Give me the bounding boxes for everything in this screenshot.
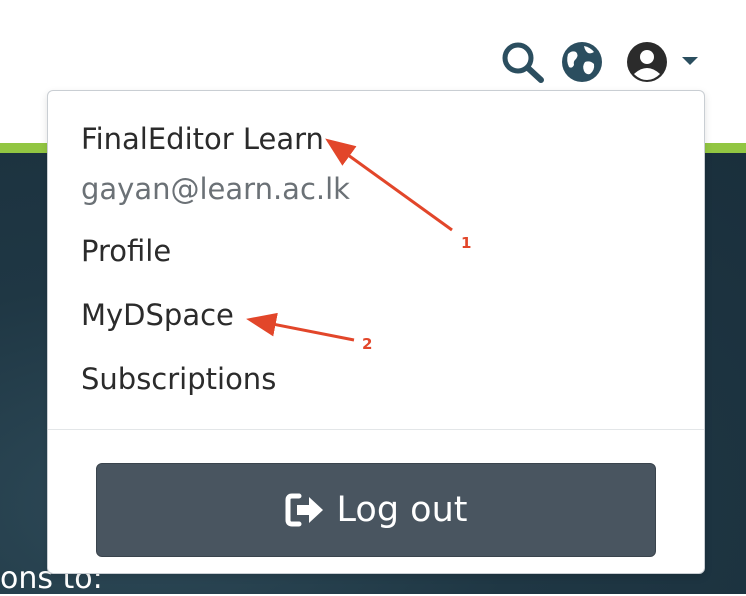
logout-button[interactable]: Log out <box>96 463 656 557</box>
user-menu-toggle[interactable] <box>626 40 700 84</box>
search-icon[interactable] <box>500 40 546 84</box>
logout-label: Log out <box>336 490 468 530</box>
user-email: gayan@learn.ac.lk <box>81 172 350 206</box>
globe-icon[interactable] <box>560 40 604 84</box>
sign-out-icon <box>285 493 323 527</box>
menu-item-profile[interactable]: Profile <box>81 233 171 269</box>
user-dropdown-menu: FinalEditor Learn gayan@learn.ac.lk Prof… <box>47 90 705 574</box>
chevron-down-icon <box>682 57 698 65</box>
menu-item-subscriptions[interactable]: Subscriptions <box>81 361 276 397</box>
user-name: FinalEditor Learn <box>81 122 324 156</box>
menu-divider <box>48 429 704 430</box>
user-icon <box>627 42 667 82</box>
menu-item-mydspace[interactable]: MyDSpace <box>81 297 234 333</box>
